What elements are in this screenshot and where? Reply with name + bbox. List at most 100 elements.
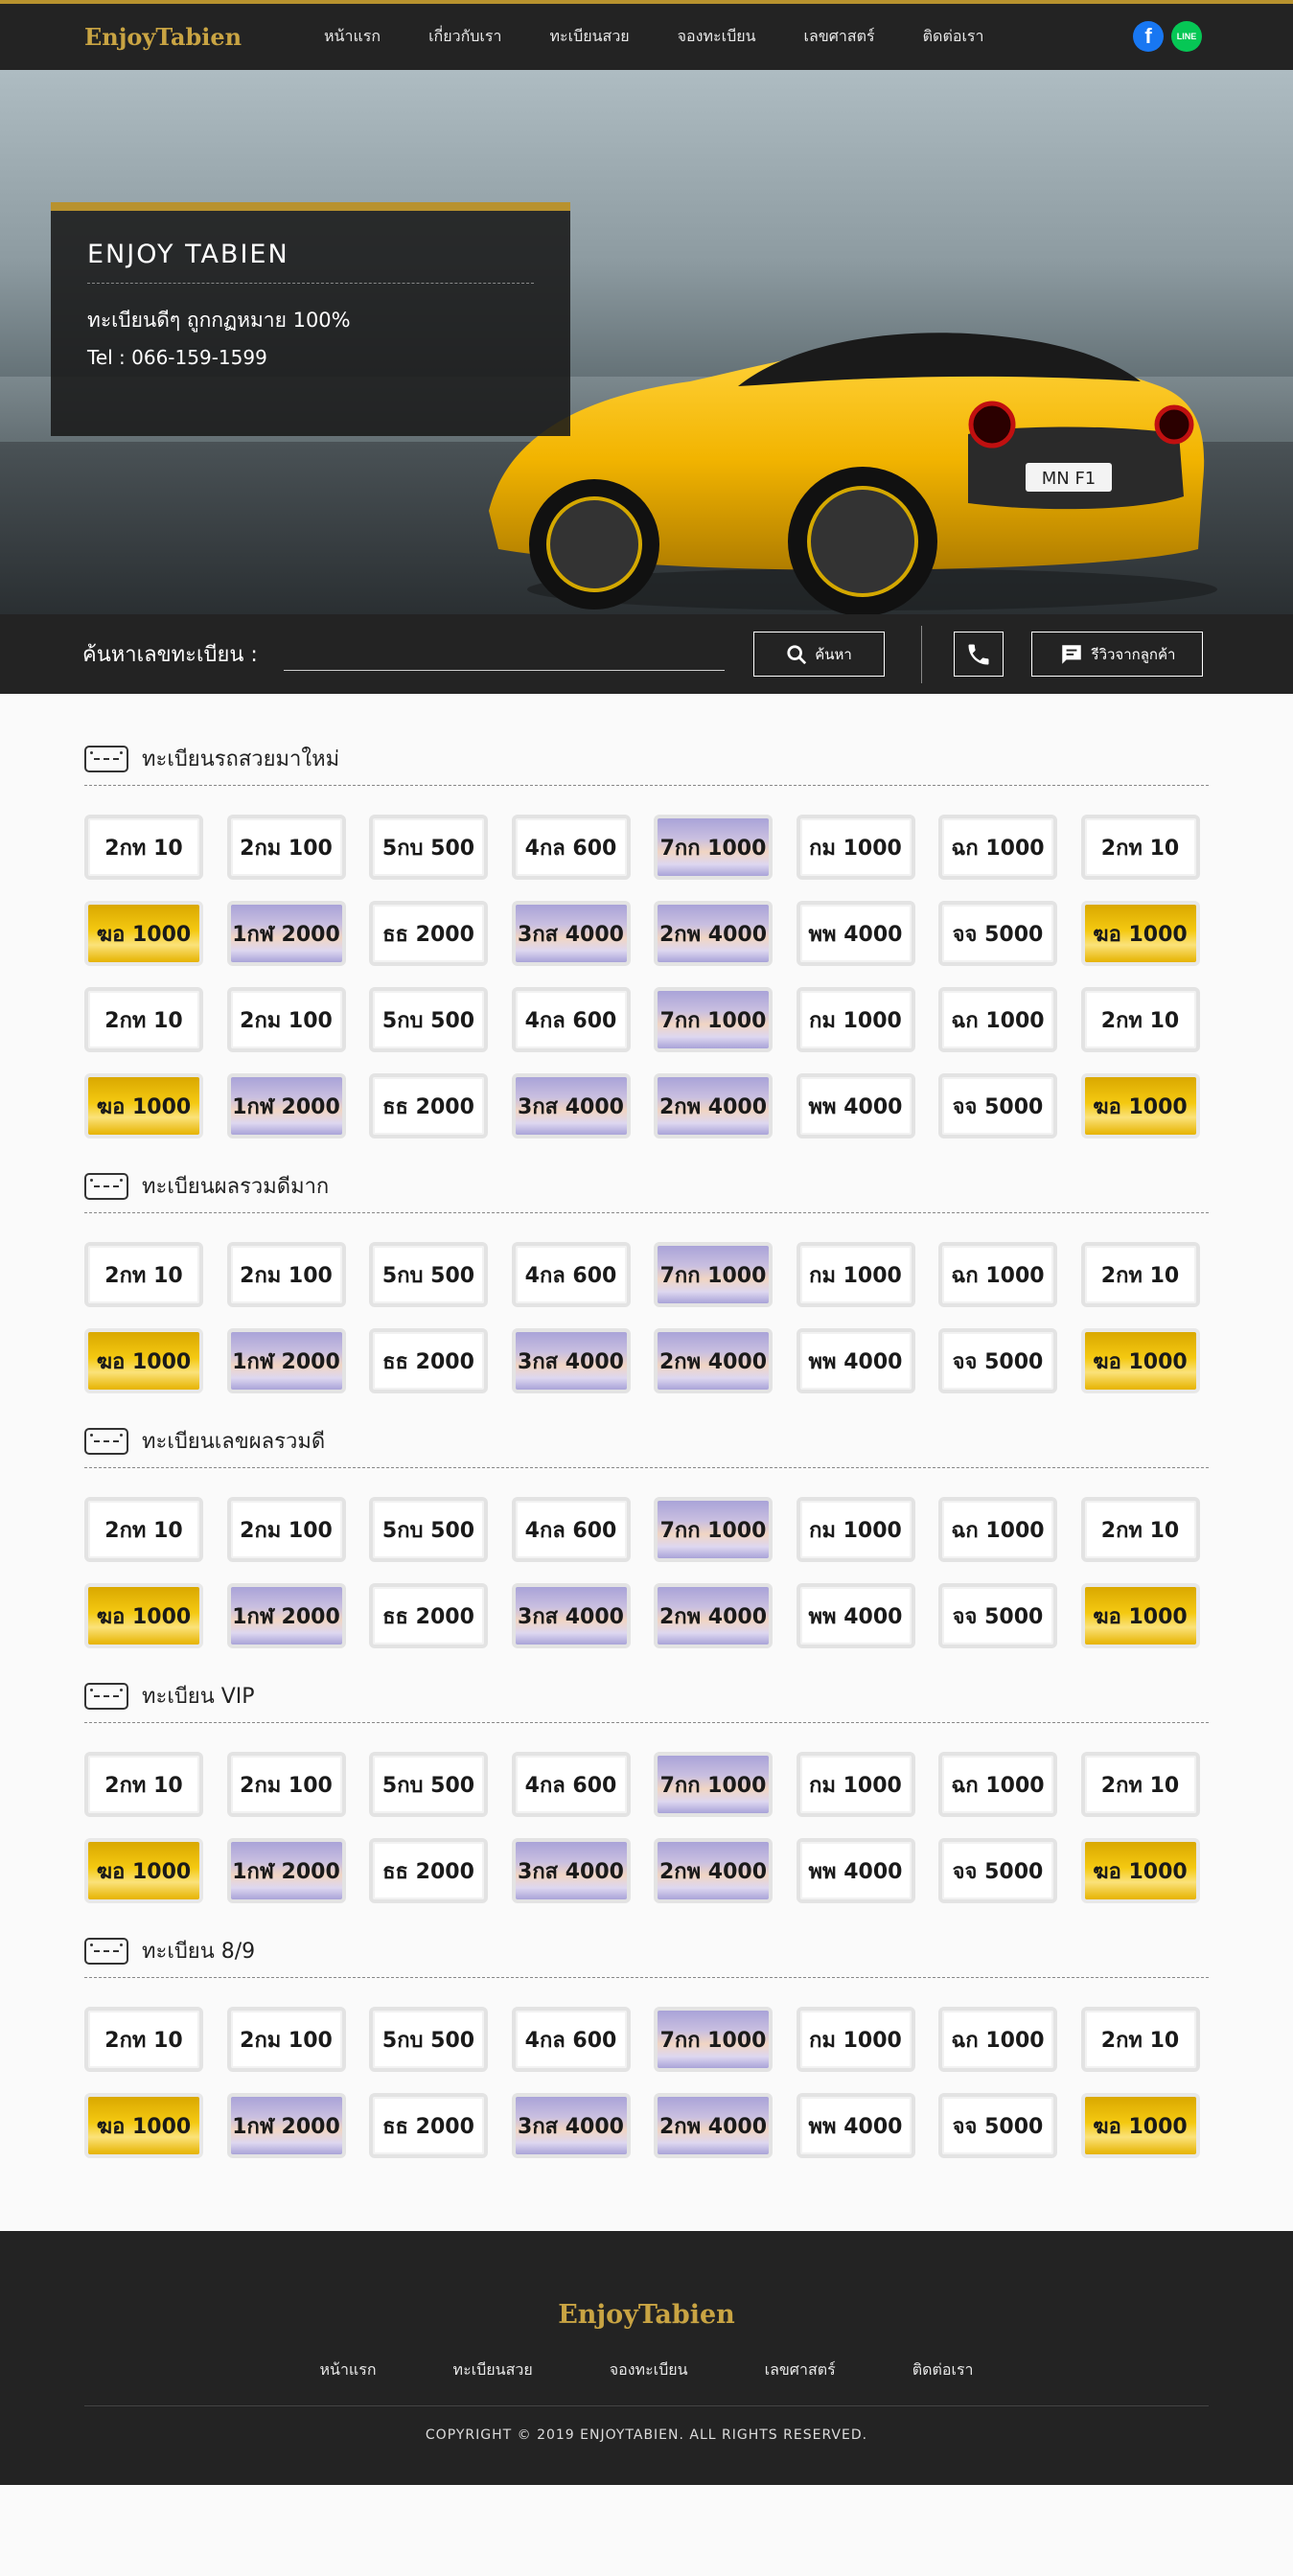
plate-card[interactable]: 4กล 600 (511, 1752, 631, 1817)
plate-card[interactable]: 2กท 10 (1080, 815, 1200, 880)
plate-card[interactable]: ฆอ 1000 (84, 1328, 203, 1393)
plate-card[interactable]: 5กบ 500 (369, 1752, 488, 1817)
plate-card[interactable]: ฉก 1000 (938, 1752, 1057, 1817)
plate-card[interactable]: ธธ 2000 (369, 1838, 488, 1903)
plate-card[interactable]: 2กท 10 (84, 987, 203, 1052)
plate-card[interactable]: กม 1000 (796, 815, 915, 880)
plate-card[interactable]: 3กส 4000 (511, 1583, 631, 1648)
plate-card[interactable]: พพ 4000 (796, 901, 915, 966)
brand-logo[interactable]: EnjoyTabien (84, 23, 324, 51)
plate-card[interactable]: ธธ 2000 (369, 1073, 488, 1138)
plate-card[interactable]: 4กล 600 (511, 815, 631, 880)
line-icon[interactable]: LINE (1171, 21, 1202, 52)
plate-card[interactable]: 5กบ 500 (369, 1242, 488, 1307)
plate-card[interactable]: 3กส 4000 (511, 901, 631, 966)
plate-card[interactable]: ฉก 1000 (938, 2007, 1057, 2072)
plate-card[interactable]: 7กก 1000 (654, 1752, 773, 1817)
plate-card[interactable]: 1กฬ 2000 (226, 1838, 346, 1903)
plate-card[interactable]: ฆอ 1000 (1080, 2093, 1200, 2158)
plate-card[interactable]: 2กท 10 (84, 1752, 203, 1817)
plate-card[interactable]: ฉก 1000 (938, 1242, 1057, 1307)
plate-card[interactable]: ฆอ 1000 (1080, 1073, 1200, 1138)
nav-booking[interactable]: จองทะเบียน (678, 25, 756, 49)
plate-card[interactable]: พพ 4000 (796, 1838, 915, 1903)
plate-card[interactable]: ฉก 1000 (938, 1497, 1057, 1562)
plate-card[interactable]: 4กล 600 (511, 1242, 631, 1307)
plate-card[interactable]: 4กล 600 (511, 1497, 631, 1562)
footer-nav-numerology[interactable]: เลขศาสตร์ (765, 2358, 836, 2382)
plate-card[interactable]: พพ 4000 (796, 1328, 915, 1393)
plate-card[interactable]: 3กส 4000 (511, 1073, 631, 1138)
plate-card[interactable]: จจ 5000 (938, 1328, 1057, 1393)
plate-card[interactable]: 3กส 4000 (511, 1328, 631, 1393)
plate-card[interactable]: 2กพ 4000 (654, 1328, 773, 1393)
nav-home[interactable]: หน้าแรก (324, 25, 381, 49)
footer-nav-home[interactable]: หน้าแรก (319, 2358, 376, 2382)
nav-numerology[interactable]: เลขศาสตร์ (804, 25, 875, 49)
plate-card[interactable]: กม 1000 (796, 2007, 915, 2072)
footer-logo[interactable]: EnjoyTabien (0, 2300, 1293, 2330)
plate-card[interactable]: 5กบ 500 (369, 987, 488, 1052)
plate-card[interactable]: 2กท 10 (1080, 2007, 1200, 2072)
nav-about[interactable]: เกี่ยวกับเรา (428, 25, 501, 49)
plate-card[interactable]: 2กพ 4000 (654, 1838, 773, 1903)
plate-card[interactable]: 2กม 100 (226, 987, 346, 1052)
plate-card[interactable]: 1กฬ 2000 (226, 1583, 346, 1648)
plate-card[interactable]: 4กล 600 (511, 2007, 631, 2072)
plate-card[interactable]: 5กบ 500 (369, 2007, 488, 2072)
review-button[interactable]: รีวิวจากลูกค้า (1031, 632, 1203, 677)
plate-card[interactable]: พพ 4000 (796, 1583, 915, 1648)
plate-card[interactable]: 4กล 600 (511, 987, 631, 1052)
nav-contact[interactable]: ติดต่อเรา (923, 25, 984, 49)
plate-card[interactable]: 7กก 1000 (654, 2007, 773, 2072)
plate-card[interactable]: 5กบ 500 (369, 1497, 488, 1562)
plate-card[interactable]: พพ 4000 (796, 1073, 915, 1138)
plate-card[interactable]: 2กท 10 (1080, 1242, 1200, 1307)
plate-card[interactable]: 2กพ 4000 (654, 901, 773, 966)
plate-card[interactable]: 2กท 10 (1080, 1497, 1200, 1562)
plate-card[interactable]: พพ 4000 (796, 2093, 915, 2158)
nav-plates[interactable]: ทะเบียนสวย (549, 25, 629, 49)
plate-card[interactable]: ธธ 2000 (369, 901, 488, 966)
plate-card[interactable]: กม 1000 (796, 1242, 915, 1307)
plate-card[interactable]: 7กก 1000 (654, 1242, 773, 1307)
plate-card[interactable]: 1กฬ 2000 (226, 1073, 346, 1138)
plate-card[interactable]: 2กท 10 (84, 1242, 203, 1307)
phone-button[interactable] (954, 632, 1004, 677)
plate-card[interactable]: 2กท 10 (1080, 1752, 1200, 1817)
plate-card[interactable]: จจ 5000 (938, 1583, 1057, 1648)
plate-card[interactable]: ธธ 2000 (369, 2093, 488, 2158)
facebook-icon[interactable]: f (1133, 21, 1164, 52)
search-button[interactable]: ค้นหา (753, 632, 885, 677)
footer-nav-contact[interactable]: ติดต่อเรา (912, 2358, 974, 2382)
plate-card[interactable]: ธธ 2000 (369, 1583, 488, 1648)
plate-card[interactable]: 1กฬ 2000 (226, 901, 346, 966)
plate-card[interactable]: 1กฬ 2000 (226, 1328, 346, 1393)
plate-card[interactable]: 7กก 1000 (654, 1497, 773, 1562)
plate-card[interactable]: 2กพ 4000 (654, 1583, 773, 1648)
plate-card[interactable]: 3กส 4000 (511, 2093, 631, 2158)
footer-nav-booking[interactable]: จองทะเบียน (610, 2358, 688, 2382)
plate-card[interactable]: 2กท 10 (84, 815, 203, 880)
plate-card[interactable]: 2กม 100 (226, 2007, 346, 2072)
plate-card[interactable]: จจ 5000 (938, 901, 1057, 966)
plate-card[interactable]: 2กม 100 (226, 1497, 346, 1562)
plate-card[interactable]: ธธ 2000 (369, 1328, 488, 1393)
plate-card[interactable]: 2กพ 4000 (654, 1073, 773, 1138)
plate-card[interactable]: ฉก 1000 (938, 987, 1057, 1052)
plate-card[interactable]: 2กพ 4000 (654, 2093, 773, 2158)
plate-card[interactable]: ฆอ 1000 (1080, 1328, 1200, 1393)
plate-card[interactable]: ฆอ 1000 (84, 2093, 203, 2158)
plate-card[interactable]: 2กม 100 (226, 1752, 346, 1817)
plate-card[interactable]: กม 1000 (796, 1752, 915, 1817)
plate-card[interactable]: จจ 5000 (938, 2093, 1057, 2158)
plate-card[interactable]: 2กท 10 (84, 2007, 203, 2072)
plate-card[interactable]: ฆอ 1000 (1080, 1838, 1200, 1903)
plate-card[interactable]: 2กท 10 (84, 1497, 203, 1562)
plate-card[interactable]: ฆอ 1000 (84, 1583, 203, 1648)
plate-card[interactable]: ฆอ 1000 (1080, 901, 1200, 966)
plate-card[interactable]: กม 1000 (796, 1497, 915, 1562)
hero-phone[interactable]: Tel : 066-159-1599 (87, 346, 534, 369)
plate-card[interactable]: ฆอ 1000 (84, 1838, 203, 1903)
footer-nav-plates[interactable]: ทะเบียนสวย (453, 2358, 533, 2382)
